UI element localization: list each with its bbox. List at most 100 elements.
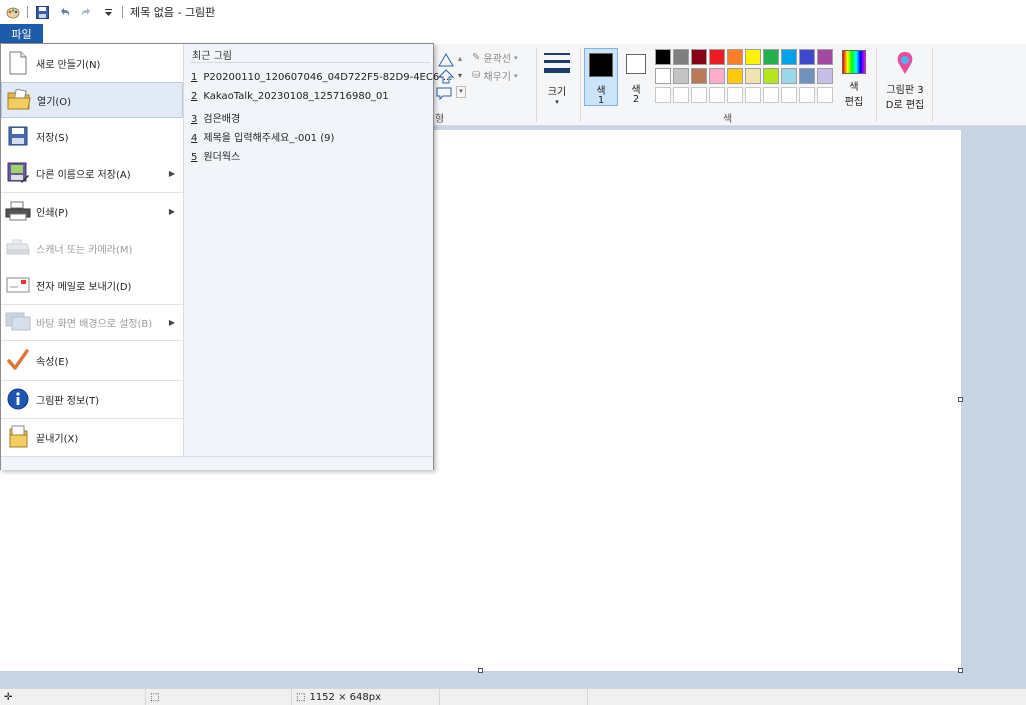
- custom-color-slot[interactable]: [745, 87, 761, 103]
- ribbon-tab-row: 파일: [0, 24, 1026, 44]
- menu-separator: [1, 192, 183, 193]
- fill-bucket-icon: ⛁: [472, 70, 481, 81]
- palette-swatch[interactable]: [655, 49, 671, 65]
- color-spectrum-icon: [842, 50, 866, 74]
- paint-app-icon[interactable]: [5, 4, 21, 20]
- menu-separator: [1, 340, 183, 341]
- color2-swatch: [626, 54, 646, 74]
- recent-picture-item[interactable]: 5 원더웍스: [191, 148, 240, 163]
- custom-color-slot[interactable]: [655, 87, 671, 103]
- shapes-more-icon[interactable]: ▾: [456, 86, 466, 98]
- file-menu-item-label: 속성(E): [36, 356, 69, 368]
- palette-swatch[interactable]: [691, 68, 707, 84]
- palette-swatch[interactable]: [745, 68, 761, 84]
- palette-swatch[interactable]: [709, 49, 725, 65]
- custom-color-slot[interactable]: [691, 87, 707, 103]
- file-menu-item-label: 인쇄(P): [36, 207, 69, 219]
- email-icon: [5, 272, 31, 298]
- fill-dropdown[interactable]: ⛁ 채우기 ▾: [472, 68, 518, 83]
- custom-color-slot[interactable]: [727, 87, 743, 103]
- submenu-arrow-icon: ▶: [168, 168, 175, 178]
- color1-button[interactable]: 색 1: [584, 48, 618, 106]
- palette-swatch[interactable]: [799, 49, 815, 65]
- save-floppy-icon: [5, 123, 31, 149]
- custom-color-slot[interactable]: [763, 87, 779, 103]
- save-icon[interactable]: [34, 4, 50, 20]
- file-menu-item[interactable]: 속성(E): [1, 341, 183, 379]
- printer-icon: [5, 198, 31, 224]
- recent-picture-item[interactable]: 1 P20200110_120607046_04D722F5-82D9-4EC6-…: [191, 72, 452, 83]
- recent-item-number: 4: [191, 133, 198, 144]
- toolbar-separator: [27, 6, 28, 18]
- submenu-arrow-icon: ▶: [168, 206, 175, 216]
- palette-swatch[interactable]: [709, 68, 725, 84]
- tab-file[interactable]: 파일: [0, 24, 43, 44]
- recent-picture-item[interactable]: 3 검은배경: [191, 110, 240, 125]
- file-menu-item[interactable]: 열기(O): [1, 82, 183, 118]
- resize-handle-bottom[interactable]: [478, 668, 483, 673]
- palette-swatch[interactable]: [781, 68, 797, 84]
- shapes-group-label: 형: [435, 114, 445, 125]
- file-menu-item[interactable]: 전자 메일로 보내기(D): [1, 266, 183, 304]
- custom-color-slot[interactable]: [799, 87, 815, 103]
- submenu-arrow-icon: ▶: [168, 317, 175, 327]
- size-button[interactable]: 크기 ▾: [543, 50, 571, 106]
- shapes-scroll-down-icon[interactable]: ▾: [458, 71, 462, 80]
- redo-icon[interactable]: [78, 4, 94, 20]
- recent-picture-item[interactable]: 2 KakaoTalk_20230108_125716980_01: [191, 91, 389, 102]
- new-document-icon: [5, 50, 31, 76]
- color2-button[interactable]: 색 2: [622, 48, 650, 106]
- recent-divider: [190, 62, 430, 63]
- menu-separator: [1, 380, 183, 381]
- customize-toolbar-icon[interactable]: [100, 4, 116, 20]
- custom-color-slot[interactable]: [781, 87, 797, 103]
- shapes-scroll-up-icon[interactable]: ▴: [458, 54, 462, 63]
- palette-swatch[interactable]: [817, 68, 833, 84]
- palette-swatch[interactable]: [673, 49, 689, 65]
- file-menu-item[interactable]: 스캐너 또는 카메라(M): [1, 230, 183, 266]
- palette-swatch[interactable]: [727, 68, 743, 84]
- checkmark-icon: [5, 347, 31, 373]
- file-menu-item[interactable]: 새로 만들기(N): [1, 44, 183, 82]
- file-menu-item[interactable]: 인쇄(P) ▶: [1, 192, 183, 230]
- palette-swatch[interactable]: [745, 49, 761, 65]
- recent-item-name: 원더웍스: [203, 152, 241, 163]
- selection-size-cell: ⬚: [146, 688, 292, 705]
- recent-item-name: P20200110_120607046_04D722F5-82D9-4EC6-.…: [203, 72, 453, 83]
- paint3d-icon: [897, 52, 913, 74]
- file-menu-item[interactable]: 다른 이름으로 저장(A) ▶: [1, 154, 183, 192]
- cursor-position-cell: ✛: [0, 688, 146, 705]
- file-menu-item[interactable]: 바탕 화면 배경으로 설정(B) ▶: [1, 304, 183, 340]
- palette-swatch[interactable]: [817, 49, 833, 65]
- palette-swatch[interactable]: [781, 49, 797, 65]
- palette-swatch[interactable]: [799, 68, 815, 84]
- group-separator: [876, 48, 877, 122]
- recent-picture-item[interactable]: 4 제목을 입력해주세요_-001 (9): [191, 129, 334, 144]
- palette-swatch[interactable]: [763, 49, 779, 65]
- edit-colors-button[interactable]: 색 편집: [840, 50, 868, 108]
- file-menu-item-label: 그림판 정보(T): [36, 395, 100, 407]
- recent-item-name: 제목을 입력해주세요_-001 (9): [203, 133, 335, 144]
- palette-swatch[interactable]: [727, 49, 743, 65]
- file-menu-item-label: 스캐너 또는 카메라(M): [36, 244, 133, 256]
- status-bar: ✛ ⬚ ⬚ 1152 × 648px: [0, 688, 1026, 705]
- resize-handle-right[interactable]: [958, 397, 963, 402]
- palette-swatch[interactable]: [763, 68, 779, 84]
- outline-dropdown[interactable]: ✎ 윤곽선 ▾: [472, 50, 518, 65]
- undo-icon[interactable]: [56, 4, 72, 20]
- custom-color-slot[interactable]: [673, 87, 689, 103]
- custom-color-slot[interactable]: [817, 87, 833, 103]
- custom-color-slot[interactable]: [709, 87, 725, 103]
- file-menu-item[interactable]: 그림판 정보(T): [1, 380, 183, 418]
- edit-with-paint3d-button[interactable]: 그림판 3 D로 편집: [880, 50, 930, 111]
- open-folder-icon: [6, 87, 32, 113]
- desktop-background-icon: [5, 309, 31, 335]
- file-menu-item[interactable]: 저장(S): [1, 118, 183, 154]
- resize-handle-corner[interactable]: [958, 668, 963, 673]
- file-menu-item-label: 저장(S): [36, 132, 69, 144]
- palette-swatch[interactable]: [691, 49, 707, 65]
- palette-swatch[interactable]: [673, 68, 689, 84]
- palette-swatch[interactable]: [655, 68, 671, 84]
- group-separator: [932, 48, 933, 122]
- file-menu-item[interactable]: 끝내기(X): [1, 418, 183, 456]
